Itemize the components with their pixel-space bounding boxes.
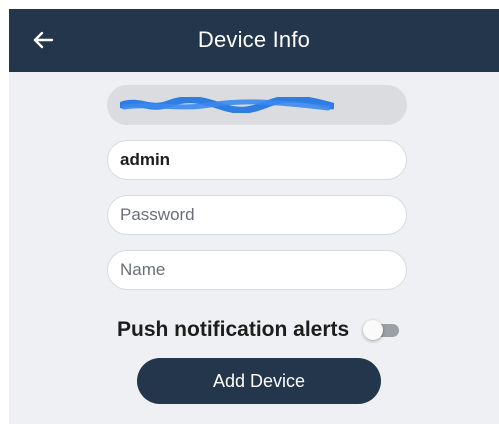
redaction-scribble: [120, 97, 334, 113]
device-id-field[interactable]: [107, 85, 407, 125]
device-info-screen: Device Info Push notification alerts Add…: [0, 0, 499, 424]
username-field[interactable]: [107, 140, 407, 180]
app-header: Device Info: [9, 9, 499, 72]
push-notification-toggle[interactable]: [363, 320, 401, 340]
device-form: Push notification alerts Add Device: [9, 72, 499, 424]
toggle-knob: [363, 320, 383, 340]
push-notification-label: Push notification alerts: [117, 318, 350, 341]
password-field[interactable]: [107, 195, 407, 235]
name-field[interactable]: [107, 250, 407, 290]
page-title: Device Info: [197, 27, 311, 52]
add-device-button[interactable]: Add Device: [137, 358, 381, 404]
